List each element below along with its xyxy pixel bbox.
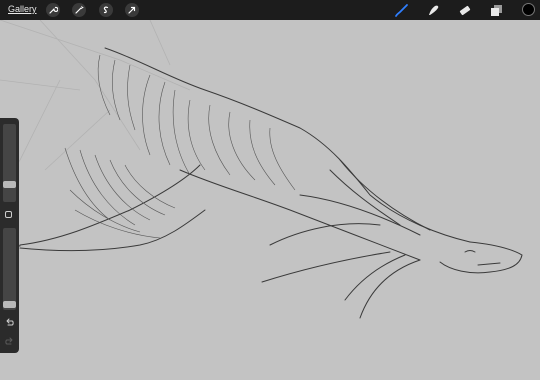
eraser-icon[interactable] <box>456 2 472 18</box>
drawing-canvas[interactable] <box>0 19 540 375</box>
undo-icon[interactable] <box>4 317 15 328</box>
gallery-button[interactable]: Gallery <box>8 4 37 15</box>
smudge-icon[interactable] <box>425 2 441 18</box>
modify-button[interactable] <box>5 211 12 218</box>
color-picker-swatch[interactable] <box>522 3 535 16</box>
sketch-artwork <box>0 19 523 319</box>
brush-size-thumb[interactable] <box>3 181 16 188</box>
top-toolbar: Gallery <box>0 0 540 20</box>
transform-icon[interactable] <box>125 3 139 17</box>
brush-sidebar <box>0 118 19 353</box>
brush-size-slider[interactable] <box>3 124 16 202</box>
brush-icon[interactable] <box>393 2 409 18</box>
opacity-slider[interactable] <box>3 228 16 310</box>
wrench-icon[interactable] <box>46 3 60 17</box>
opacity-thumb[interactable] <box>3 301 16 308</box>
layers-icon[interactable] <box>488 2 504 18</box>
magic-wand-icon[interactable] <box>72 3 86 17</box>
redo-icon[interactable] <box>4 336 15 347</box>
selection-icon[interactable] <box>99 3 113 17</box>
